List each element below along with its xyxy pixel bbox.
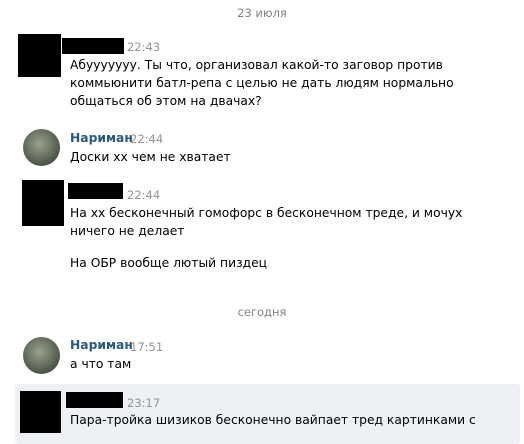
avatar[interactable] xyxy=(22,180,64,226)
message-text: а что там xyxy=(70,357,132,371)
message-text: На ОБР вообще лютый пиздец xyxy=(70,256,268,270)
message-time[interactable]: 23:17 xyxy=(127,396,160,410)
avatar[interactable] xyxy=(23,337,60,374)
author-name[interactable]: Нариман xyxy=(70,131,133,145)
author-name-redacted[interactable] xyxy=(66,392,123,408)
message-text: Пара-тройка шизиков бесконечно вайпает т… xyxy=(70,413,476,427)
author-name-redacted[interactable] xyxy=(68,183,123,199)
date-separator: сегодня xyxy=(237,305,287,319)
message-text: На хх бесконечный гомофорс в бесконечном… xyxy=(70,206,463,238)
author-name-redacted[interactable] xyxy=(62,38,124,54)
date-separator: 23 июля xyxy=(237,6,287,20)
message-text: Доски хх чем не хватает xyxy=(70,150,231,164)
avatar[interactable] xyxy=(20,391,61,433)
message-time[interactable]: 22:44 xyxy=(130,132,163,146)
avatar[interactable] xyxy=(18,34,61,77)
author-name[interactable]: Нариман xyxy=(70,338,133,352)
avatar[interactable] xyxy=(23,129,60,166)
message-text: Абууууууу. Ты что, организовал какой-то … xyxy=(70,58,454,108)
message-time[interactable]: 17:51 xyxy=(130,340,163,354)
message-time[interactable]: 22:44 xyxy=(127,188,160,202)
message-time[interactable]: 22:43 xyxy=(127,40,160,54)
